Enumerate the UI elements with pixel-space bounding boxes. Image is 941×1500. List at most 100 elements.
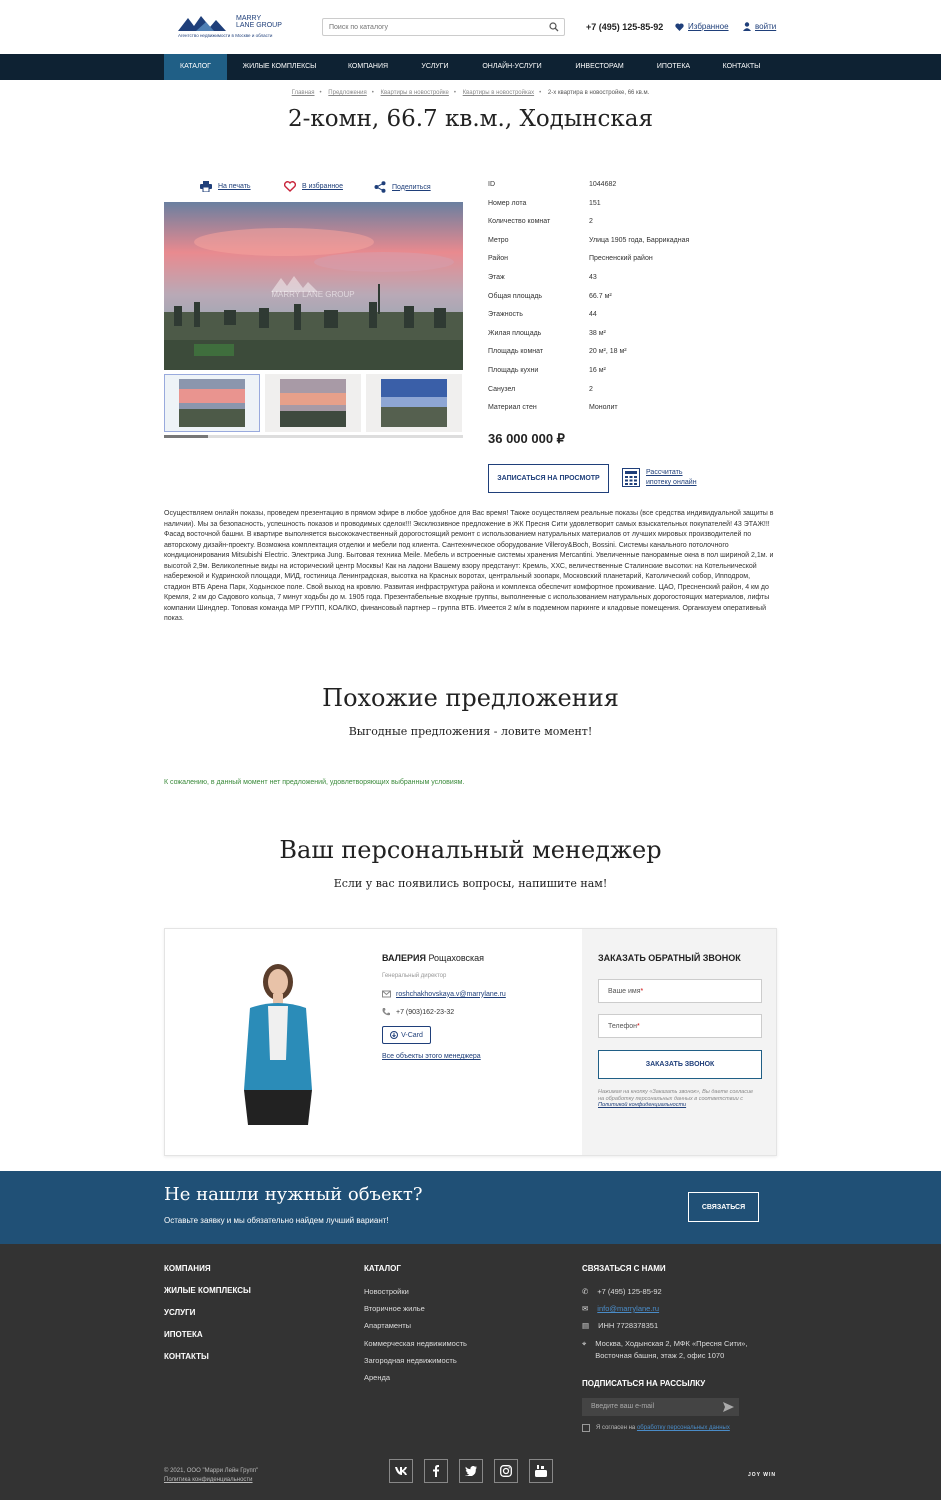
footer-catalog-link[interactable]: Вторичное жилье	[364, 1304, 467, 1321]
footer-address: ⌖ Москва, Ходынская 2, МФК «Пресня Сити»,…	[582, 1339, 748, 1360]
nav-item-contacts[interactable]: Контакты	[706, 54, 777, 80]
cta-banner	[0, 1171, 941, 1244]
specs-table: ID 1044682 Номер лота 151 Количество комна…	[488, 181, 788, 423]
footer-link-contacts[interactable]: Контакты	[164, 1352, 251, 1374]
similar-subtitle: Выгодные предложения - ловите момент!	[348, 725, 593, 738]
search-icon[interactable]	[549, 22, 559, 32]
search-input[interactable]	[323, 19, 538, 35]
nav-item-company[interactable]: Компания	[332, 54, 404, 80]
favorites-link[interactable]: Избранное	[675, 22, 729, 31]
manager-name: ВАЛЕРИЯ Рощаховская	[382, 953, 484, 963]
manager-last-name: Рощаховская	[428, 953, 485, 963]
manager-phone[interactable]: +7 (903)162-23-32	[382, 1008, 454, 1016]
main-photo[interactable]: MARRY LANE GROUP	[164, 202, 463, 370]
gallery-scrollbar[interactable]	[164, 435, 463, 438]
checkbox[interactable]	[582, 1424, 590, 1432]
breadcrumb-link[interactable]: Квартиры в новостройке	[381, 90, 449, 96]
youtube-icon[interactable]	[529, 1459, 553, 1483]
spec-row: Площадь кухни 16 м²	[488, 366, 606, 374]
copyright: © 2021, ООО "Марри Лейн Групп" Политика к…	[164, 1468, 259, 1483]
vcard-button[interactable]: V-Card	[382, 1026, 431, 1044]
login-label[interactable]: войти	[755, 22, 776, 31]
header-phone[interactable]: +7 (495) 125-85-92	[586, 22, 663, 32]
favorite-link[interactable]: В избранное	[302, 183, 343, 190]
similar-title: Похожие предложения	[322, 684, 619, 712]
thumbnail[interactable]	[265, 374, 361, 432]
mortgage-link-line2[interactable]: ипотеку онлайн	[646, 479, 697, 486]
footer-link-complexes[interactable]: Жилые комплексы	[164, 1286, 251, 1308]
favorites-label[interactable]: Избранное	[688, 22, 729, 31]
nav-item-online-services[interactable]: Онлайн-услуги	[466, 54, 558, 80]
user-icon	[743, 22, 751, 31]
vk-icon[interactable]	[389, 1459, 413, 1483]
thumbnail-image	[381, 379, 447, 427]
consent-link[interactable]: обработку персональных данных	[637, 1425, 730, 1431]
developer-logo[interactable]: JOY WIN	[748, 1472, 776, 1478]
location-pin-icon: ⌖	[582, 1339, 587, 1348]
footer-email-link[interactable]: info@marrylane.ru	[597, 1304, 659, 1313]
footer-catalog-link[interactable]: Новостройки	[364, 1287, 467, 1304]
breadcrumb-link[interactable]: Главная	[292, 90, 315, 96]
mortgage-calculator-link[interactable]: Рассчитать ипотеку онлайн	[622, 468, 697, 488]
spec-row: Количество комнат 2	[488, 218, 593, 226]
manager-email-link[interactable]: roshchakhovskaya.v@marrylane.ru	[396, 991, 506, 998]
callback-submit-button[interactable]: Заказать звонок	[598, 1050, 762, 1079]
footer-catalog-link[interactable]: Аренда	[364, 1373, 467, 1390]
mortgage-link-line1[interactable]: Рассчитать	[646, 469, 683, 476]
spec-row: ID 1044682	[488, 181, 617, 188]
logo[interactable]: MARRY LANE GROUP Агентство недвижимости в…	[178, 15, 296, 41]
footer-link-mortgage[interactable]: Ипотека	[164, 1330, 251, 1352]
footer-catalog-link[interactable]: Апартаменты	[364, 1321, 467, 1338]
thumbnail[interactable]	[366, 374, 462, 432]
price: 36 000 000 ₽	[488, 431, 565, 446]
nav-item-mortgage[interactable]: Ипотека	[641, 54, 706, 80]
nav-item-complexes[interactable]: Жилые комплексы	[227, 54, 332, 80]
print-action[interactable]: На печать	[200, 181, 251, 192]
favorite-action[interactable]: В избранное	[284, 181, 343, 192]
nav-item-investors[interactable]: Инвесторам	[558, 54, 641, 80]
manager-all-objects-link[interactable]: Все объекты этого менеджера	[382, 1053, 481, 1060]
banner-title: Не нашли нужный объект?	[164, 1184, 423, 1205]
breadcrumb-link[interactable]: Квартиры в новостройках	[463, 90, 534, 96]
facebook-icon[interactable]	[424, 1459, 448, 1483]
callback-name-field[interactable]: Ваше имя*	[598, 979, 762, 1003]
nav-item-catalog[interactable]: Каталог	[164, 54, 227, 80]
thumbnail-strip	[164, 374, 463, 432]
manager-photo	[188, 950, 368, 1125]
manager-section-title: Ваш персональный менеджер	[279, 836, 662, 864]
footer-phone[interactable]: ✆ +7 (495) 125-85-92	[582, 1287, 782, 1304]
share-link[interactable]: Поделиться	[392, 184, 431, 191]
footer-link-company[interactable]: Компания	[164, 1264, 251, 1286]
consent-checkbox[interactable]: Я согласен на обработку персональных дан…	[582, 1424, 730, 1432]
subscribe-email-input[interactable]: Введите ваш e-mail	[582, 1398, 739, 1416]
thumbnail[interactable]	[164, 374, 260, 432]
breadcrumb-link[interactable]: Предложения	[328, 90, 366, 96]
footer-email[interactable]: ✉ info@marrylane.ru	[582, 1304, 782, 1321]
login-link[interactable]: войти	[743, 22, 776, 31]
footer-contacts-title: Связаться с нами	[582, 1264, 666, 1273]
heart-icon	[675, 22, 684, 31]
instagram-icon[interactable]	[494, 1459, 518, 1483]
manager-phone-label: +7 (903)162-23-32	[396, 1008, 455, 1016]
footer-catalog: Каталог Новостройки Вторичное жилье Апар…	[364, 1264, 467, 1390]
photo-watermark: MARRY LANE GROUP	[271, 290, 354, 299]
manager-email[interactable]: roshchakhovskaya.v@marrylane.ru	[382, 990, 506, 998]
footer-catalog-link[interactable]: Коммерческая недвижимость	[364, 1339, 467, 1356]
footer-catalog-link[interactable]: Загородная недвижимость	[364, 1356, 467, 1373]
twitter-icon[interactable]	[459, 1459, 483, 1483]
send-icon[interactable]	[723, 1402, 734, 1412]
phone-icon: ✆	[582, 1287, 589, 1296]
spec-row: Район Пресненский район	[488, 255, 653, 263]
privacy-policy-link[interactable]: Политикой конфиденциальности	[598, 1102, 686, 1108]
callback-phone-field[interactable]: Телефон*	[598, 1014, 762, 1038]
share-action[interactable]: Поделиться	[374, 181, 431, 193]
book-viewing-button[interactable]: Записаться на просмотр	[488, 464, 609, 493]
social-links	[389, 1459, 553, 1483]
privacy-link[interactable]: Политика конфиденциальности	[164, 1477, 253, 1483]
nav-item-services[interactable]: Услуги	[404, 54, 466, 80]
contact-button[interactable]: Связаться	[688, 1192, 759, 1222]
no-offers-message: К сожалению, в данный момент нет предлож…	[164, 779, 465, 786]
manager-first-name: ВАЛЕРИЯ	[382, 953, 426, 963]
print-link[interactable]: На печать	[218, 183, 251, 190]
footer-link-services[interactable]: Услуги	[164, 1308, 251, 1330]
